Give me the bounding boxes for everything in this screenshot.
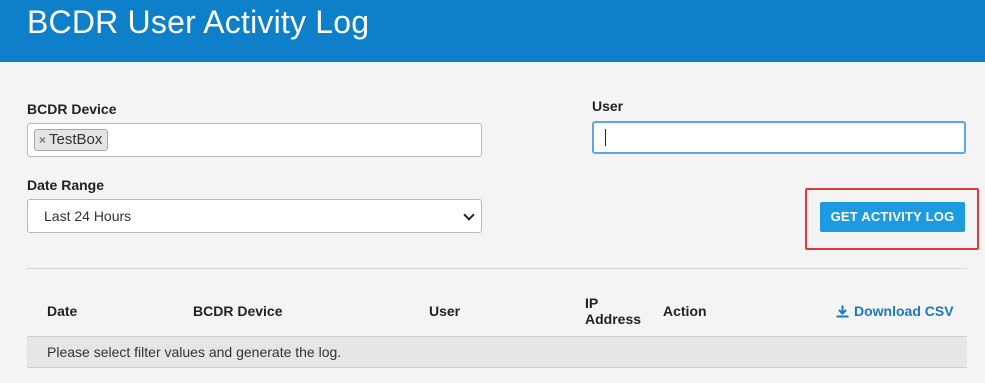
column-header-date: Date — [47, 303, 78, 319]
date-range-label: Date Range — [27, 177, 105, 193]
section-divider — [27, 268, 967, 269]
page-title: BCDR User Activity Log — [27, 4, 370, 40]
ip-header-line-1: IP — [585, 295, 599, 311]
download-csv-link[interactable]: Download CSV — [836, 303, 954, 319]
user-label: User — [592, 98, 624, 114]
column-header-bcdr-device: BCDR Device — [193, 303, 283, 319]
column-header-user: User — [429, 303, 461, 319]
text-caret — [605, 129, 606, 146]
page-header: BCDR User Activity Log — [0, 0, 985, 62]
date-range-select[interactable]: Last 24 Hours — [27, 199, 482, 233]
device-chip-label: TestBox — [49, 131, 103, 148]
ip-header-line-2: Address — [585, 311, 642, 327]
get-activity-log-button[interactable]: GET ACTIVITY LOG — [820, 202, 965, 232]
device-chip[interactable]: × TestBox — [34, 129, 109, 151]
remove-chip-icon[interactable]: × — [39, 130, 46, 150]
device-multiselect[interactable]: × TestBox — [27, 123, 482, 157]
device-label: BCDR Device — [27, 101, 117, 117]
date-range-value: Last 24 Hours — [44, 208, 132, 224]
chevron-down-icon — [463, 209, 475, 221]
column-header-ip-address: IP Address — [585, 295, 641, 327]
column-header-action: Action — [663, 303, 707, 319]
download-icon — [836, 305, 849, 317]
empty-state-message: Please select filter values and generate… — [47, 344, 342, 360]
table-row: Please select filter values and generate… — [27, 337, 967, 368]
user-input[interactable] — [592, 121, 966, 154]
download-csv-label: Download CSV — [854, 303, 954, 319]
